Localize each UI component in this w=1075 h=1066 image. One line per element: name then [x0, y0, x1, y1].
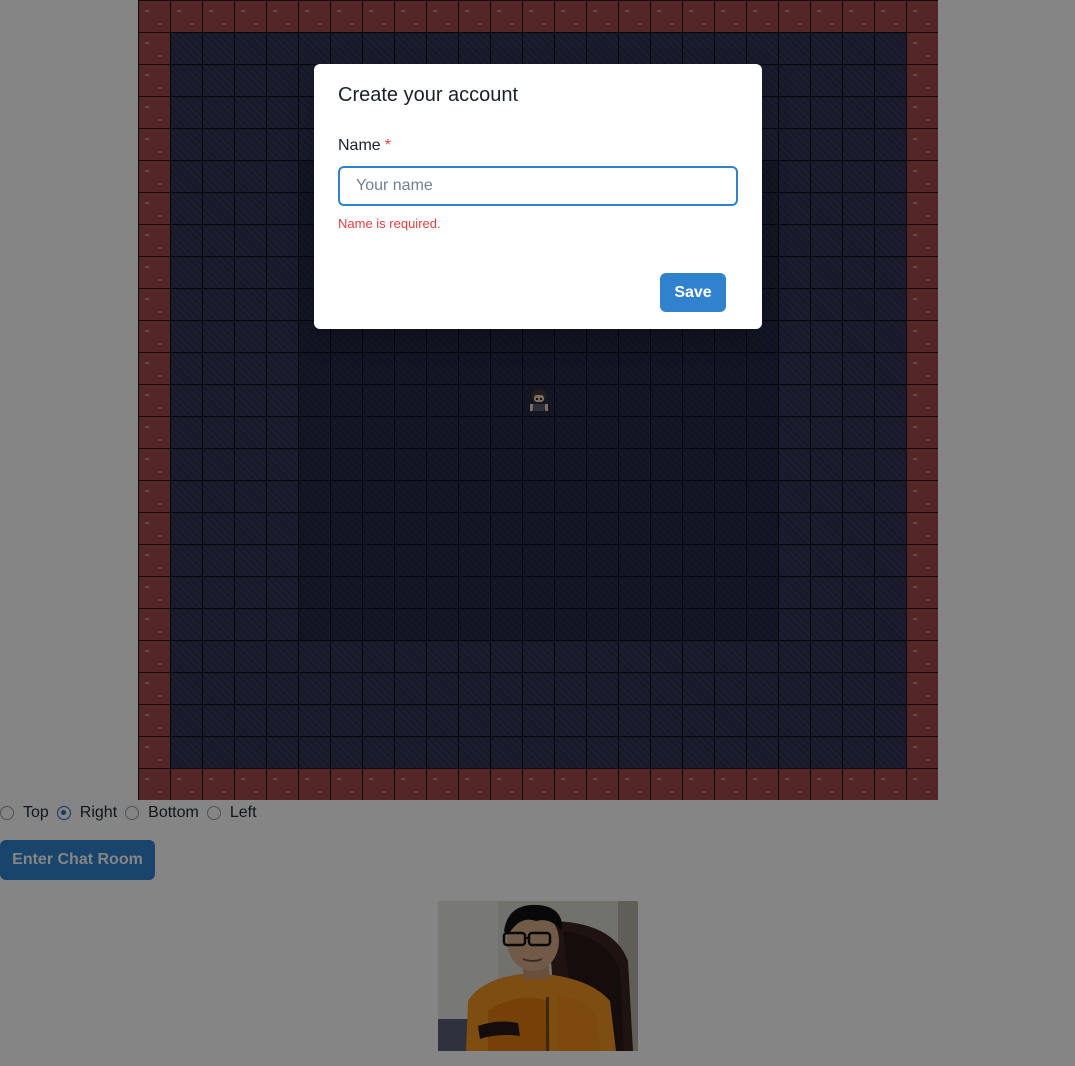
create-account-modal: Create your account Name* Name is requir… [314, 64, 762, 329]
modal-title: Create your account [338, 84, 519, 106]
name-label-text: Name [338, 137, 381, 154]
name-field-label: Name * [338, 137, 391, 155]
name-error-message: Name is required. [338, 216, 441, 231]
name-input[interactable] [338, 166, 738, 206]
required-indicator: * [384, 137, 391, 154]
save-button[interactable]: Save [660, 273, 726, 312]
app-page: Top Right Bottom Left Enter Chat Room Cr… [0, 0, 1075, 1066]
